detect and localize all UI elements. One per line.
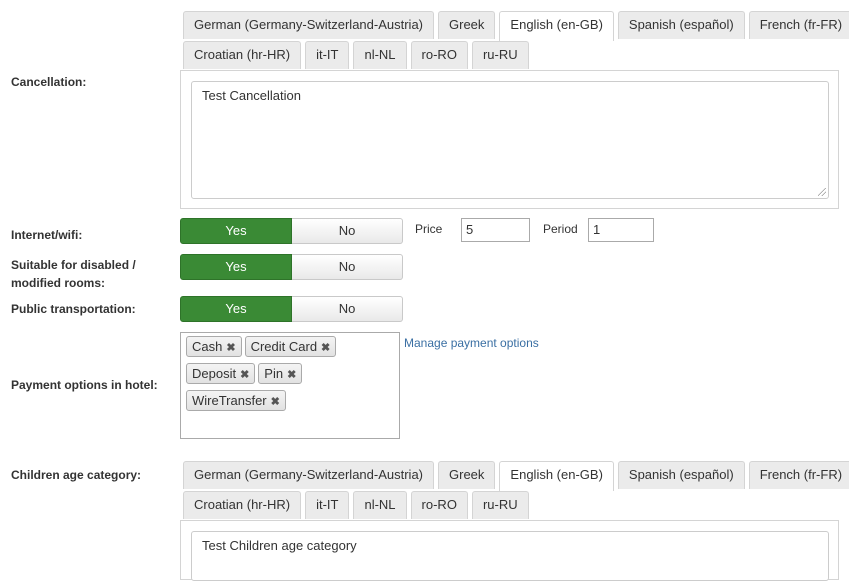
tab-spanish[interactable]: Spanish (español)	[617, 461, 745, 489]
transport-label: Public transportation:	[11, 302, 136, 316]
tab-croatian[interactable]: Croatian (hr-HR)	[183, 41, 302, 69]
tab-italian[interactable]: it-IT	[305, 491, 350, 519]
internet-yes-button[interactable]: Yes	[180, 218, 292, 244]
remove-icon[interactable]: ✖	[271, 396, 280, 408]
resize-handle-icon[interactable]	[818, 188, 826, 196]
internet-label: Internet/wifi:	[11, 228, 83, 242]
payment-chip: Pin ✖	[258, 363, 303, 384]
payment-chip-label: WireTransfer	[192, 393, 267, 408]
remove-icon[interactable]: ✖	[287, 369, 296, 381]
tab-french[interactable]: French (fr-FR)	[748, 461, 849, 489]
payment-options-select[interactable]: Cash ✖ Credit Card ✖ Deposit ✖ Pin ✖ WireTrans…	[180, 332, 400, 439]
children-language-tabs: German (Germany-Switzerland-Austria) Gre…	[183, 461, 849, 521]
price-input[interactable]: 5	[461, 218, 530, 242]
tab-romanian[interactable]: ro-RO	[410, 41, 468, 69]
tab-dutch[interactable]: nl-NL	[353, 41, 407, 69]
disabled-toggle: Yes No	[180, 254, 403, 280]
internet-no-button[interactable]: No	[292, 218, 403, 244]
children-textarea[interactable]: Test Children age category	[191, 531, 829, 581]
payment-chip: WireTransfer ✖	[186, 390, 286, 411]
period-label: Period	[543, 222, 578, 236]
children-text: Test Children age category	[202, 538, 357, 553]
payment-chip-label: Credit Card	[250, 339, 318, 354]
price-label: Price	[415, 222, 443, 236]
tab-french[interactable]: French (fr-FR)	[748, 11, 849, 39]
remove-icon[interactable]: ✖	[226, 342, 235, 354]
disabled-yes-button[interactable]: Yes	[180, 254, 292, 280]
cancellation-label: Cancellation:	[11, 75, 87, 89]
disabled-label: Suitable for disabled / modified rooms:	[11, 256, 136, 292]
tab-german[interactable]: German (Germany-Switzerland-Austria)	[183, 11, 435, 39]
tab-croatian[interactable]: Croatian (hr-HR)	[183, 491, 302, 519]
disabled-label-line2: modified rooms:	[11, 276, 106, 290]
tab-russian[interactable]: ru-RU	[471, 491, 529, 519]
disabled-no-button[interactable]: No	[292, 254, 403, 280]
tab-romanian[interactable]: ro-RO	[410, 491, 468, 519]
payment-chip: Deposit ✖	[186, 363, 256, 384]
cancellation-textarea[interactable]: Test Cancellation	[191, 81, 829, 199]
remove-icon[interactable]: ✖	[240, 369, 249, 381]
tab-spanish[interactable]: Spanish (español)	[617, 11, 745, 39]
tab-russian[interactable]: ru-RU	[471, 41, 529, 69]
tab-greek[interactable]: Greek	[438, 461, 496, 489]
internet-toggle: Yes No	[180, 218, 403, 244]
cancellation-text: Test Cancellation	[202, 88, 301, 103]
payment-label: Payment options in hotel:	[11, 378, 158, 392]
tab-dutch[interactable]: nl-NL	[353, 491, 407, 519]
cancellation-panel: Test Cancellation	[180, 70, 839, 209]
tab-italian[interactable]: it-IT	[305, 41, 350, 69]
children-panel: Test Children age category	[180, 520, 839, 581]
tab-german[interactable]: German (Germany-Switzerland-Austria)	[183, 461, 435, 489]
period-input[interactable]: 1	[588, 218, 654, 242]
payment-chip-label: Pin	[264, 366, 284, 381]
tab-english[interactable]: English (en-GB)	[499, 461, 614, 491]
transport-no-button[interactable]: No	[292, 296, 403, 322]
disabled-label-line1: Suitable for disabled /	[11, 258, 136, 272]
tab-english[interactable]: English (en-GB)	[499, 11, 614, 41]
cancellation-language-tabs: German (Germany-Switzerland-Austria) Gre…	[183, 11, 849, 71]
payment-chip: Cash ✖	[186, 336, 242, 357]
transport-toggle: Yes No	[180, 296, 403, 322]
children-label: Children age category:	[11, 468, 142, 482]
payment-chip-label: Deposit	[192, 366, 237, 381]
manage-payment-options-link[interactable]: Manage payment options	[404, 336, 539, 350]
payment-chip: Credit Card ✖	[244, 336, 337, 357]
transport-yes-button[interactable]: Yes	[180, 296, 292, 322]
payment-chip-label: Cash	[192, 339, 223, 354]
tab-greek[interactable]: Greek	[438, 11, 496, 39]
remove-icon[interactable]: ✖	[321, 342, 330, 354]
